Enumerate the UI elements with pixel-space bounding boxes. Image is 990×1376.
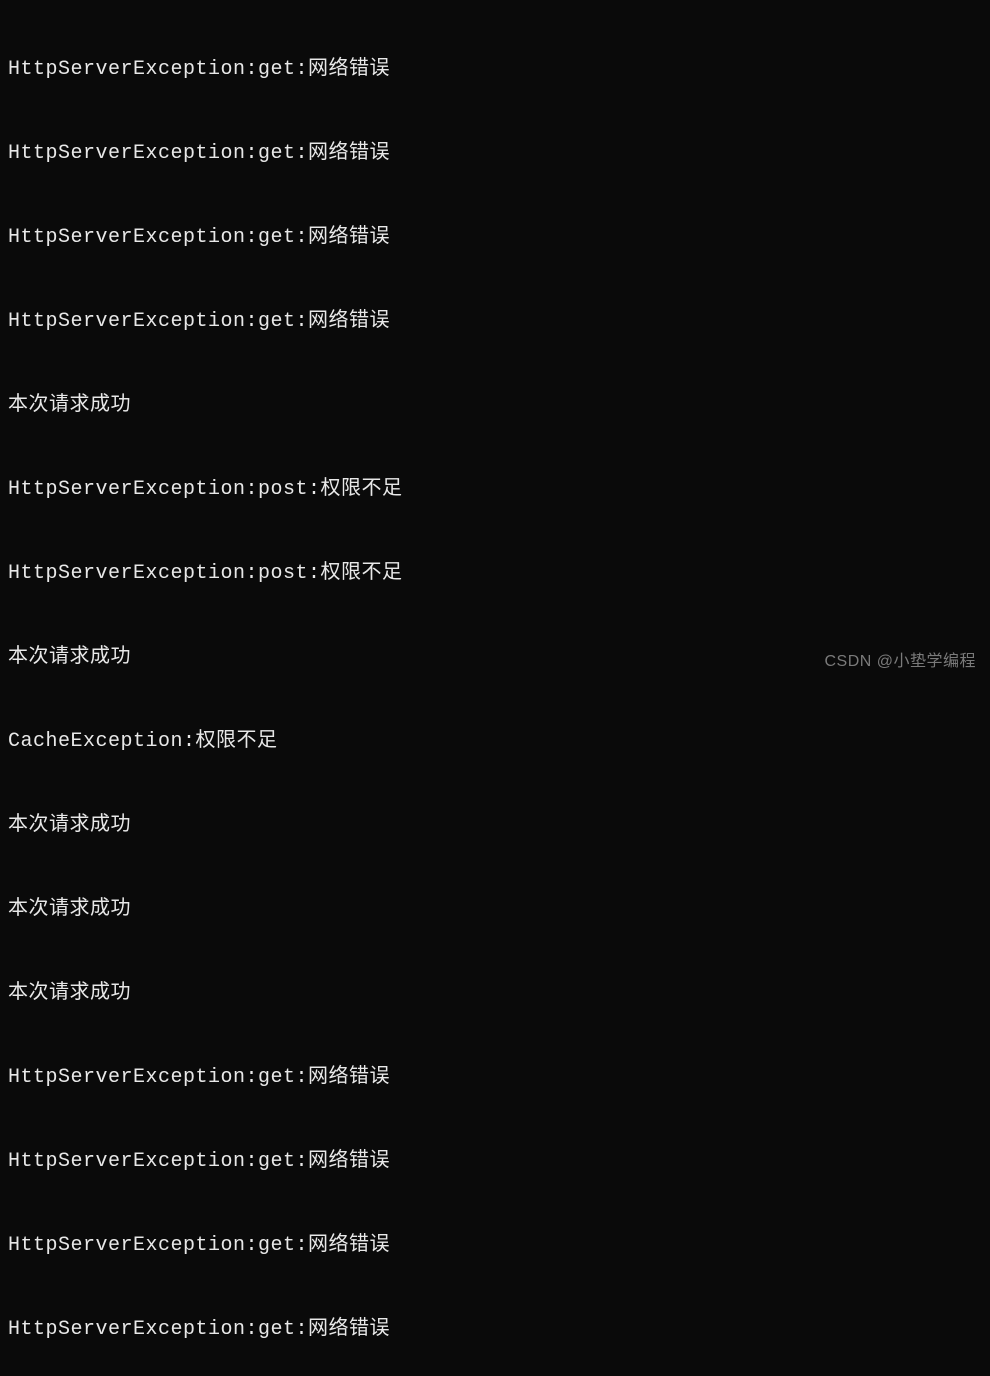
log-line: 本次请求成功 (8, 980, 982, 1008)
log-line: HttpServerException:get:网络错误 (8, 308, 982, 336)
log-line: HttpServerException:get:网络错误 (8, 1232, 982, 1260)
log-line: HttpServerException:post:权限不足 (8, 476, 982, 504)
log-line: HttpServerException:get:网络错误 (8, 1148, 982, 1176)
log-line: HttpServerException:get:网络错误 (8, 56, 982, 84)
console-output: HttpServerException:get:网络错误 HttpServerE… (8, 0, 982, 1376)
log-line: 本次请求成功 (8, 896, 982, 924)
log-line: 本次请求成功 (8, 392, 982, 420)
log-line: HttpServerException:get:网络错误 (8, 224, 982, 252)
log-line: CacheException:权限不足 (8, 728, 982, 756)
log-line: HttpServerException:post:权限不足 (8, 560, 982, 588)
watermark: CSDN @小垫学编程 (824, 648, 976, 676)
log-line: HttpServerException:get:网络错误 (8, 140, 982, 168)
log-line: HttpServerException:get:网络错误 (8, 1064, 982, 1092)
log-line: HttpServerException:get:网络错误 (8, 1316, 982, 1344)
log-line: 本次请求成功 (8, 812, 982, 840)
